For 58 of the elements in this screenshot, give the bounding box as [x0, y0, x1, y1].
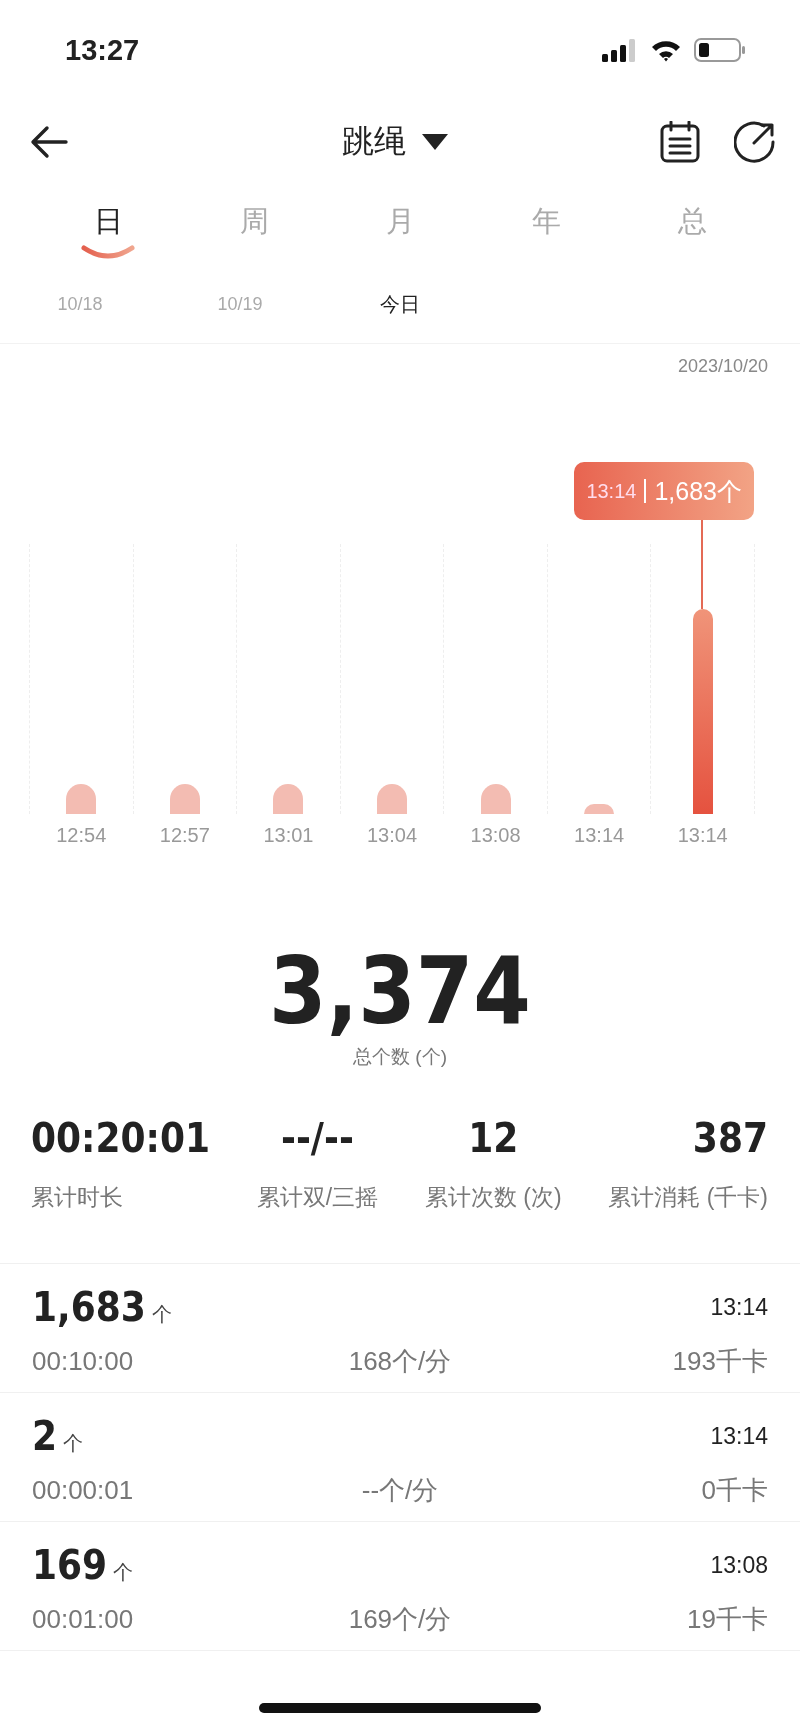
date-tab[interactable]: 今日 [380, 291, 420, 318]
session-count: 1,683 [32, 1284, 146, 1330]
session-rate: 169个/分 [348, 1602, 452, 1636]
time-axis-label: 12:54 [55, 824, 108, 847]
count-unit: 个 [113, 1560, 134, 1585]
session-rate: --个/分 [361, 1473, 439, 1507]
wifi-icon [650, 38, 682, 62]
stat-label: 累计时长 [31, 1183, 123, 1212]
period-tab[interactable]: 月 [385, 202, 415, 242]
signal-icon [602, 38, 638, 62]
count-unit: 个 [151, 1302, 172, 1327]
period-tab[interactable]: 总 [677, 202, 707, 242]
tooltip-value: 1,683个 [654, 475, 742, 507]
stat-label: 累计双/三摇 [256, 1183, 379, 1212]
period-tab[interactable]: 年 [531, 202, 561, 242]
session-time: 13:14 [710, 1422, 768, 1450]
session-rate: 168个/分 [348, 1344, 452, 1378]
stat-value: 387 [692, 1116, 768, 1160]
session-calories: 193千卡 [672, 1344, 768, 1378]
total-count: 3,374 [269, 944, 531, 1040]
time-axis-label: 13:04 [365, 824, 418, 847]
session-row[interactable]: 169 个 13:08 00:01:00 169个/分 19千卡 [0, 1522, 800, 1651]
session-duration: 00:01:00 [32, 1603, 135, 1635]
period-tab[interactable]: 日 [93, 202, 123, 242]
time-axis-label: 13:14 [573, 824, 626, 847]
session-count: 169 [32, 1542, 108, 1588]
session-duration: 00:00:01 [32, 1474, 135, 1506]
session-calories: 19千卡 [687, 1602, 768, 1636]
session-time: 13:14 [710, 1293, 768, 1321]
time-axis-label: 12:57 [158, 824, 211, 847]
session-duration: 00:10:00 [32, 1345, 135, 1377]
time-axis-label: 13:01 [262, 824, 315, 847]
stat-value: --/-- [280, 1116, 354, 1160]
date-tab[interactable]: 10/18 [57, 294, 103, 315]
tooltip-time: 13:14 [586, 479, 637, 503]
date-tab[interactable]: 10/19 [217, 294, 263, 315]
session-calories: 0千卡 [701, 1473, 768, 1507]
session-time: 13:08 [710, 1551, 768, 1579]
session-row[interactable]: 2 个 13:14 00:00:01 --个/分 0千卡 [0, 1393, 800, 1522]
time-axis-label: 13:14 [676, 824, 729, 847]
total-count-label: 总个数 (个) [353, 1045, 447, 1069]
period-tab[interactable]: 周 [239, 202, 269, 242]
stat-value: 00:20:01 [31, 1116, 211, 1160]
chart-date: 2023/10/20 [677, 356, 768, 377]
battery-icon [694, 37, 746, 63]
stat-label: 累计消耗 (千卡) [608, 1183, 768, 1212]
page-title: 跳绳 [342, 122, 406, 161]
tab-underline-icon [81, 244, 135, 260]
status-time: 13:27 [65, 33, 140, 67]
session-row[interactable]: 1,683 个 13:14 00:10:00 168个/分 193千卡 [0, 1264, 800, 1393]
count-unit: 个 [63, 1431, 84, 1456]
stat-value: 12 [468, 1116, 519, 1160]
share-button[interactable] [734, 121, 776, 163]
notes-button[interactable] [660, 121, 700, 163]
session-count: 2 [32, 1413, 58, 1459]
dropdown-triangle-icon[interactable] [422, 134, 448, 150]
stat-label: 累计次数 (次) [424, 1183, 562, 1212]
time-axis-label: 13:08 [469, 824, 522, 847]
